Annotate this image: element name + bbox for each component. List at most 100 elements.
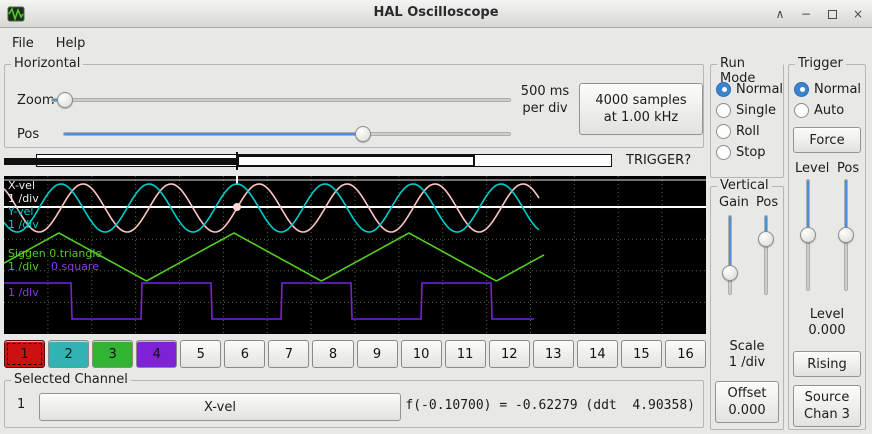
offset-value: 0.000 [728, 402, 765, 419]
menubar: File Help [0, 29, 872, 57]
run-mode-radios: Normal Single Roll Stop [716, 77, 783, 164]
edge-button[interactable]: Rising [793, 351, 861, 377]
channel-button-10[interactable]: 10 [401, 340, 442, 368]
pos-slider-track [63, 132, 511, 136]
channel-button-6[interactable]: 6 [224, 340, 265, 368]
scale-readout: Scale 1 /div [711, 339, 783, 371]
channel-button-15[interactable]: 15 [621, 340, 662, 368]
pos-label: Pos [17, 127, 39, 142]
trigger-pos-handle[interactable] [838, 227, 854, 243]
radio-label: Normal [736, 82, 783, 97]
trigger-pos-slider[interactable] [837, 179, 855, 291]
source-label: Source [805, 389, 850, 406]
run-mode-group: Run Mode NormalSingleRollStop [710, 64, 784, 178]
titlebar: HAL Oscilloscope ∧ − × [0, 0, 872, 28]
close-icon[interactable]: × [850, 6, 866, 22]
radio-single[interactable]: Single [716, 101, 783, 119]
channel-button-16[interactable]: 16 [665, 340, 706, 368]
zoom-slider[interactable] [51, 91, 511, 109]
trigger-level-slider[interactable] [799, 179, 817, 291]
menu-file[interactable]: File [2, 32, 44, 55]
view-window-box [237, 155, 475, 167]
channel-button-3[interactable]: 3 [92, 340, 133, 368]
channel-button-row: 12345678910111213141516 [4, 340, 706, 368]
source-value: Chan 3 [804, 406, 850, 423]
gain-label: Gain [719, 195, 749, 210]
channel-button-4[interactable]: 4 [136, 340, 177, 368]
minimize-icon[interactable]: − [798, 6, 814, 22]
trigger-mode-radios: Normal Auto [794, 77, 861, 122]
samples-line2: at 1.00 kHz [604, 109, 678, 126]
maximize-icon[interactable] [824, 6, 840, 22]
radio-circle-icon [716, 145, 731, 160]
vpos-slider-track [764, 215, 768, 295]
channel-button-1[interactable]: 1 [4, 340, 45, 368]
channel-button-5[interactable]: 5 [180, 340, 221, 368]
offset-button[interactable]: Offset 0.000 [715, 381, 779, 423]
vpos-slider-handle[interactable] [758, 231, 774, 247]
channel-button-8[interactable]: 8 [312, 340, 353, 368]
samples-line1: 4000 samples [595, 92, 686, 109]
shade-icon[interactable]: ∧ [772, 6, 788, 22]
horizontal-group-label: Horizontal [11, 56, 83, 71]
force-button[interactable]: Force [793, 127, 861, 153]
channel-button-12[interactable]: 12 [489, 340, 530, 368]
vertical-group: Vertical Gain Pos Scale 1 /div Offset 0.… [710, 186, 784, 430]
gain-slider-handle[interactable] [722, 265, 738, 281]
maximize-box [828, 10, 837, 19]
pos-slider-handle[interactable] [355, 126, 371, 142]
radio-circle-icon [794, 103, 809, 118]
gain-slider-track [728, 215, 732, 295]
radio-circle-icon [716, 82, 731, 97]
trigger-group-label: Trigger [795, 56, 846, 71]
radio-label: Stop [736, 145, 766, 160]
samples-button[interactable]: 4000 samples at 1.00 kHz [579, 83, 703, 135]
radio-normal[interactable]: Normal [716, 80, 783, 98]
trigger-marker-dot [233, 203, 241, 211]
record-filled-bar [4, 158, 238, 165]
channel-button-14[interactable]: 14 [577, 340, 618, 368]
scope-canvas [4, 176, 706, 334]
window-title: HAL Oscilloscope [0, 5, 872, 20]
radio-label: Single [736, 103, 776, 118]
app-window: HAL Oscilloscope ∧ − × File Help Horizon… [0, 0, 872, 434]
zoom-slider-handle[interactable] [57, 92, 73, 108]
selected-channel-group: Selected Channel 1 X-vel f(-0.10700) = -… [4, 380, 704, 428]
trigger-level-handle[interactable] [800, 227, 816, 243]
vertical-pos-label: Pos [756, 195, 778, 210]
time-per-div: 500 ms per div [515, 83, 575, 117]
trigger-level-label: Level [795, 161, 829, 176]
zoom-slider-track [51, 98, 511, 102]
zoom-label: Zoom [17, 93, 54, 108]
channel-button-7[interactable]: 7 [268, 340, 309, 368]
selected-channel-group-label: Selected Channel [11, 372, 131, 387]
channel-button-11[interactable]: 11 [445, 340, 486, 368]
radio-roll[interactable]: Roll [716, 122, 783, 140]
radio-label: Auto [814, 103, 844, 118]
radio-label: Roll [736, 124, 760, 139]
triangle-trace [4, 233, 544, 281]
radio-circle-icon [716, 103, 731, 118]
window-controls: ∧ − × [772, 0, 866, 28]
menu-help[interactable]: Help [46, 32, 96, 55]
radio-auto[interactable]: Auto [794, 101, 861, 119]
source-button[interactable]: Source Chan 3 [793, 385, 861, 427]
record-view-bar[interactable]: TRIGGER? [4, 152, 704, 170]
radio-stop[interactable]: Stop [716, 143, 783, 161]
horizontal-pos-slider[interactable] [63, 125, 511, 143]
scope-display[interactable]: X-vel1 /divY-vel1 /divSiggen 0.triangle1… [4, 176, 706, 334]
trigger-level-readout: Level 0.000 [789, 307, 865, 339]
radio-normal[interactable]: Normal [794, 80, 861, 98]
trigger-pos-label: Pos [837, 161, 859, 176]
channel-button-9[interactable]: 9 [357, 340, 398, 368]
radio-circle-icon [794, 82, 809, 97]
trigger-position-tick [236, 152, 238, 170]
channel-button-13[interactable]: 13 [533, 340, 574, 368]
channel-name-button[interactable]: X-vel [39, 393, 401, 421]
vertical-gain-slider[interactable] [721, 215, 739, 295]
vertical-pos-slider[interactable] [757, 215, 775, 295]
value-readout: f(-0.10700) = -0.62279 (ddt 4.90358) [405, 398, 695, 413]
channel-button-2[interactable]: 2 [48, 340, 89, 368]
trigger-group: Trigger NormalAuto Force Level Pos Level… [788, 64, 866, 430]
radio-circle-icon [716, 124, 731, 139]
